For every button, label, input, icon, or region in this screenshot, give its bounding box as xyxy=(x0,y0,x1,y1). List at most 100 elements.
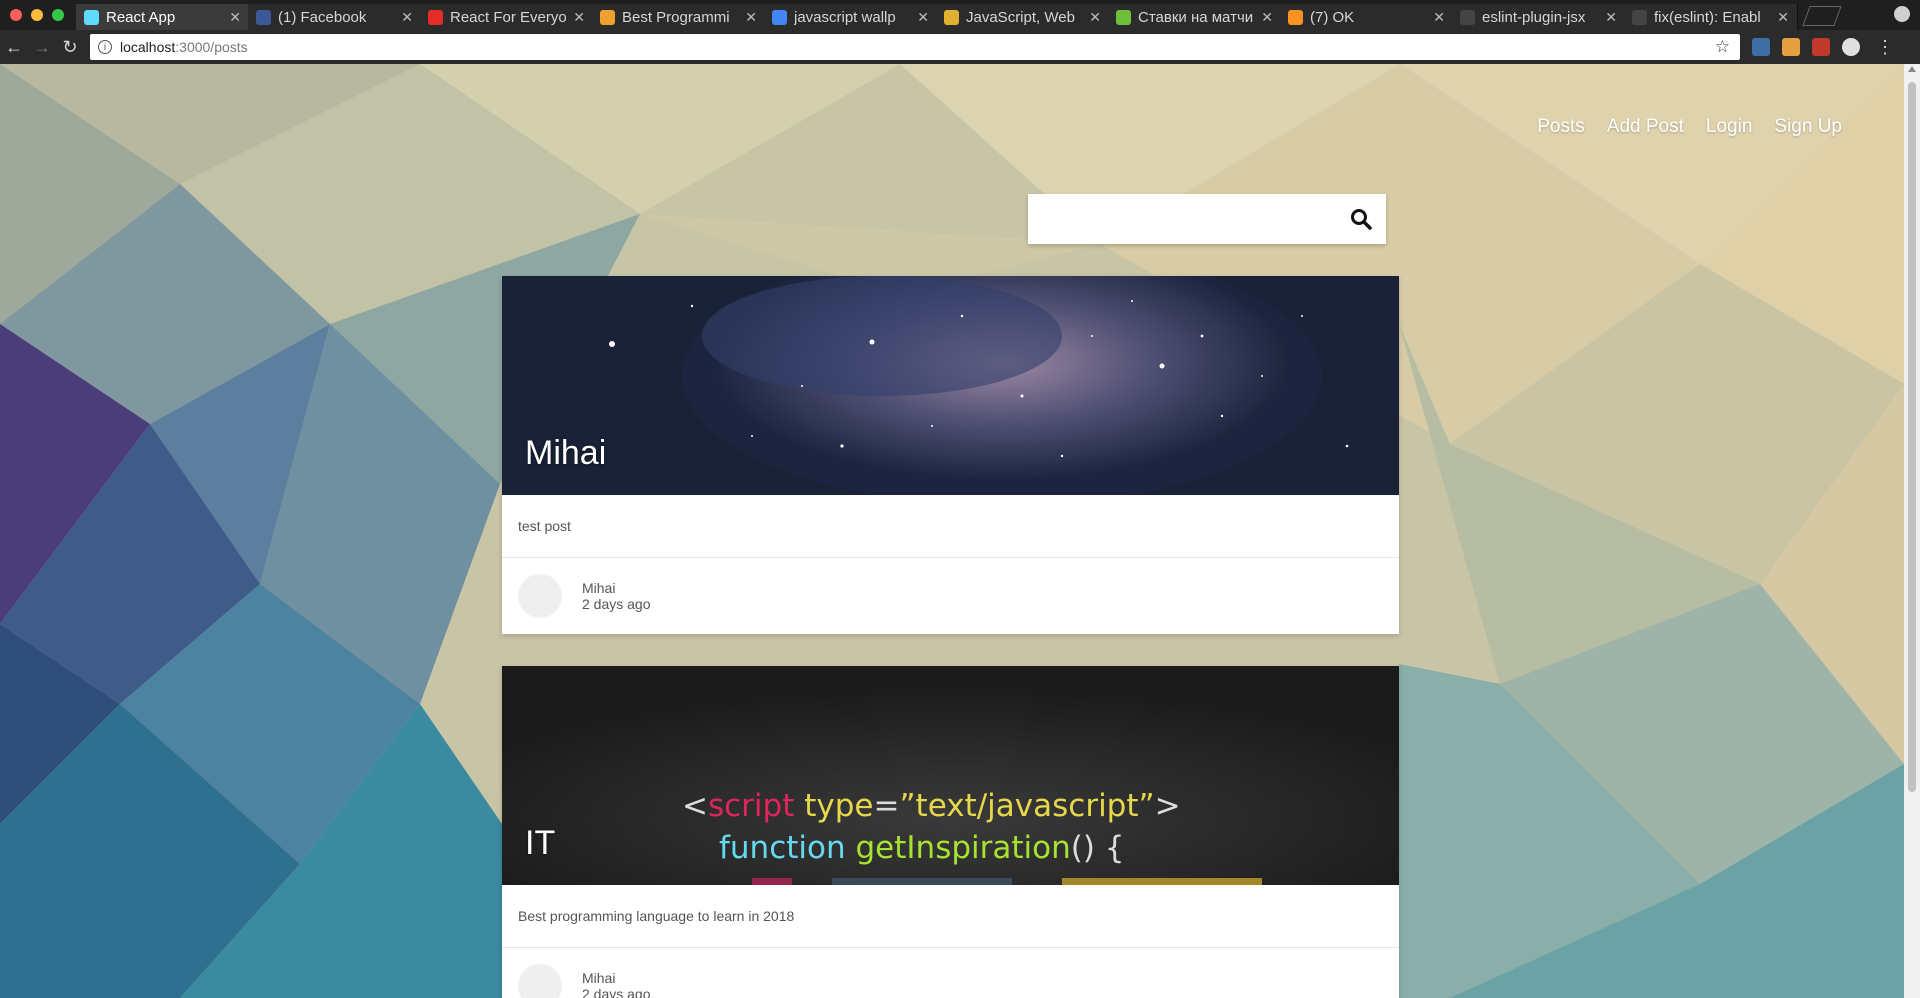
code-rest: () { xyxy=(1071,830,1125,866)
url-host: localhost xyxy=(120,39,176,55)
scrollbar-thumb[interactable] xyxy=(1908,82,1916,792)
browser-tab[interactable]: javascript wallp ✕ xyxy=(764,4,938,30)
browser-tab[interactable]: Best Programmi ✕ xyxy=(592,4,766,30)
post-card-media: <script type=”text/javascript”> function… xyxy=(502,666,1399,885)
close-tab-icon[interactable]: ✕ xyxy=(401,9,413,26)
close-tab-icon[interactable]: ✕ xyxy=(1433,9,1445,26)
sp-icon xyxy=(600,9,615,25)
post-meta: Mihai 2 days ago xyxy=(502,948,1399,998)
svg-text:<script type=”text/javascript”: <script type=”text/javascript”> xyxy=(682,788,1181,824)
browser-tab[interactable]: (1) Facebook ✕ xyxy=(248,4,422,30)
post-time: 2 days ago xyxy=(582,596,651,612)
browser-tab[interactable]: Ставки на матчи ✕ xyxy=(1108,4,1282,30)
nav-add-post-link[interactable]: Add Post xyxy=(1607,116,1684,138)
browser-tab[interactable]: eslint-plugin-jsx ✕ xyxy=(1452,4,1626,30)
code-keyword: function xyxy=(719,830,846,866)
forward-arrow-icon[interactable]: → xyxy=(28,37,56,58)
code-tag: script xyxy=(708,788,794,824)
svg-text:function getInspiration() {: function getInspiration() { xyxy=(719,830,1125,866)
browser-tab-label: eslint-plugin-jsx xyxy=(1482,8,1586,26)
youtube-icon xyxy=(428,9,443,25)
maximize-window-icon[interactable] xyxy=(52,9,64,21)
post-card-media: Mihai xyxy=(502,276,1399,495)
browser-tab-label: (1) Facebook xyxy=(278,8,367,26)
nav-sign-up-link[interactable]: Sign Up xyxy=(1774,116,1842,138)
post-card[interactable]: <script type=”text/javascript”> function… xyxy=(502,666,1399,998)
close-tab-icon[interactable]: ✕ xyxy=(1261,9,1273,26)
browser-tab-bar: React App ✕ (1) Facebook ✕ React For Everyo ✕… xyxy=(0,0,1920,30)
page-scrollbar[interactable] xyxy=(1904,64,1920,998)
post-author[interactable]: Mihai xyxy=(582,580,651,596)
code-image: <script type=”text/javascript”> function… xyxy=(502,666,1399,885)
post-time: 2 days ago xyxy=(582,986,651,998)
close-tab-icon[interactable]: ✕ xyxy=(1089,9,1101,26)
browser-tab-label: JavaScript, Web xyxy=(966,8,1075,26)
react-icon xyxy=(84,9,99,25)
minimize-window-icon[interactable] xyxy=(31,9,43,21)
code-attr: type xyxy=(804,788,873,824)
close-tab-icon[interactable]: ✕ xyxy=(229,9,241,26)
starfield-image xyxy=(502,276,1399,495)
google-icon xyxy=(772,9,787,25)
menu-kebab-icon[interactable]: ⋮ xyxy=(1876,37,1894,58)
search-input[interactable] xyxy=(1028,195,1336,243)
bookmark-star-icon[interactable]: ☆ xyxy=(1715,37,1730,57)
github-icon xyxy=(1632,9,1647,25)
ball-icon xyxy=(1116,9,1131,25)
url-path: :3000/posts xyxy=(175,39,248,55)
reload-icon[interactable]: ↻ xyxy=(56,37,84,58)
code-value: ”text/javascript” xyxy=(899,788,1154,824)
site-info-icon[interactable]: i xyxy=(98,40,112,54)
search-box xyxy=(1028,194,1386,244)
extension-hammer-icon[interactable] xyxy=(1782,38,1800,56)
browser-toolbar: ← → ↻ i localhost:3000/posts ☆ ⋮ xyxy=(0,30,1920,64)
back-arrow-icon[interactable]: ← xyxy=(0,37,28,58)
code-function: getInspiration xyxy=(856,830,1071,866)
nav-login-link[interactable]: Login xyxy=(1706,116,1753,138)
ok-icon xyxy=(1288,9,1303,25)
post-body: Best programming language to learn in 20… xyxy=(502,885,1399,948)
extension-bug-icon[interactable] xyxy=(1812,38,1830,56)
browser-tab-label: React For Everyo xyxy=(450,8,567,26)
avatar[interactable] xyxy=(518,574,562,618)
browser-tab-label: fix(eslint): Enabl xyxy=(1654,8,1761,26)
browser-tab[interactable]: JavaScript, Web ✕ xyxy=(936,4,1110,30)
post-card[interactable]: Mihai test post Mihai 2 days ago xyxy=(502,276,1399,634)
nav-posts-link[interactable]: Posts xyxy=(1537,116,1585,138)
browser-tab-label: (7) OK xyxy=(1310,8,1355,26)
page-viewport: Posts Add Post Login Sign Up Mihai test … xyxy=(0,64,1904,998)
browser-tab-label: React App xyxy=(106,8,176,26)
post-meta: Mihai 2 days ago xyxy=(502,558,1399,634)
new-tab-button[interactable] xyxy=(1802,6,1842,26)
extension-react-icon[interactable] xyxy=(1842,38,1860,56)
browser-tab[interactable]: React For Everyo ✕ xyxy=(420,4,594,30)
browser-tab-label: Ставки на матчи xyxy=(1138,8,1254,26)
close-tab-icon[interactable]: ✕ xyxy=(573,9,585,26)
profile-icon[interactable] xyxy=(1894,6,1910,22)
post-author[interactable]: Mihai xyxy=(582,970,651,986)
site-nav: Posts Add Post Login Sign Up xyxy=(1537,116,1842,138)
browser-tab[interactable]: React App ✕ xyxy=(76,4,250,30)
post-title: IT xyxy=(525,824,556,862)
tab-strip: React App ✕ (1) Facebook ✕ React For Everyo ✕… xyxy=(76,2,1798,30)
scroll-up-arrow-icon[interactable] xyxy=(1908,66,1916,72)
browser-tab[interactable]: (7) OK ✕ xyxy=(1280,4,1454,30)
close-tab-icon[interactable]: ✕ xyxy=(917,9,929,26)
browser-tab[interactable]: fix(eslint): Enabl ✕ xyxy=(1624,4,1798,30)
facebook-icon xyxy=(256,9,271,25)
window-controls xyxy=(0,0,76,30)
close-window-icon[interactable] xyxy=(10,9,22,21)
browser-tab-label: javascript wallp xyxy=(794,8,896,26)
post-title: Mihai xyxy=(525,434,607,472)
close-tab-icon[interactable]: ✕ xyxy=(745,9,757,26)
browser-tab-label: Best Programmi xyxy=(622,8,730,26)
close-tab-icon[interactable]: ✕ xyxy=(1605,9,1617,26)
w-icon xyxy=(944,9,959,25)
address-bar[interactable]: i localhost:3000/posts ☆ xyxy=(90,34,1740,60)
close-tab-icon[interactable]: ✕ xyxy=(1777,9,1789,26)
extension-pencil-icon[interactable] xyxy=(1752,38,1770,56)
post-body: test post xyxy=(502,495,1399,558)
search-icon[interactable] xyxy=(1336,194,1386,244)
github-icon xyxy=(1460,9,1475,25)
avatar[interactable] xyxy=(518,964,562,998)
